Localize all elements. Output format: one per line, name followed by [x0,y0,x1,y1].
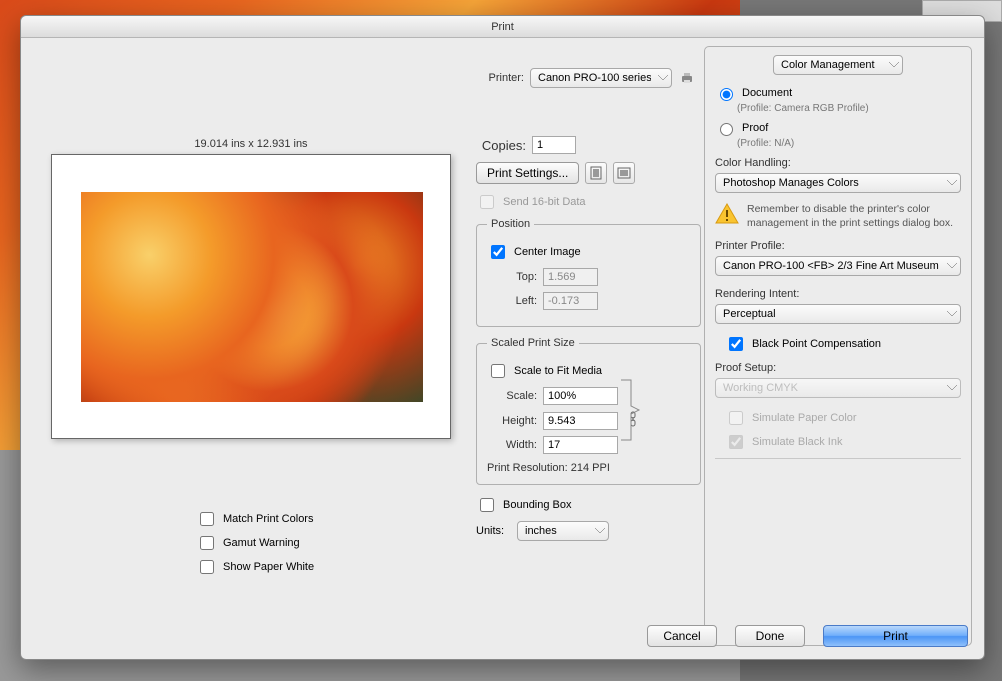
send-16bit-label: Send 16-bit Data [503,196,586,208]
document-profile-text: (Profile: Camera RGB Profile) [737,103,961,114]
warning-text: Remember to disable the printer's color … [747,203,961,230]
height-label: Height: [487,415,537,427]
done-button[interactable]: Done [735,625,805,647]
dialog-content: 19.014 ins x 12.931 ins Match Print Colo… [21,38,984,659]
simulate-paper-color-label: Simulate Paper Color [752,412,857,424]
preview-image [81,192,423,402]
copies-input[interactable] [532,136,576,154]
layout-landscape-icon[interactable] [613,162,635,184]
gamut-warning-label: Gamut Warning [223,537,300,549]
black-point-compensation-checkbox[interactable] [729,337,743,351]
color-handling-label: Color Handling: [715,157,961,169]
position-fieldset: Position Center Image Top: Left: [476,218,701,327]
scale-to-fit-label: Scale to Fit Media [514,365,602,377]
printer-refresh-icon[interactable] [678,69,696,87]
units-label: Units: [476,525,511,537]
simulate-black-ink-label: Simulate Black Ink [752,436,842,448]
printer-select[interactable]: Canon PRO-100 series [530,68,672,88]
cancel-button[interactable]: Cancel [647,625,717,647]
proof-radio-label: Proof [742,122,768,134]
scaled-legend: Scaled Print Size [487,337,579,349]
layout-portrait-icon[interactable] [585,162,607,184]
proof-profile-text: (Profile: N/A) [737,138,961,149]
print-settings-button[interactable]: Print Settings... [476,162,579,184]
document-radio[interactable] [720,88,733,101]
width-label: Width: [487,439,537,451]
print-resolution: Print Resolution: 214 PPI [487,462,690,474]
match-print-colors-label: Match Print Colors [223,513,313,525]
bounding-box-label: Bounding Box [503,499,572,511]
position-top-label: Top: [487,271,537,283]
preview-column: 19.014 ins x 12.931 ins Match Print Colo… [41,138,461,581]
link-icon[interactable] [624,411,642,430]
dialog-footer: Cancel Done Print [647,625,968,647]
printer-profile-select[interactable]: Canon PRO-100 <FB> 2/3 Fine Art Museum E… [715,256,961,276]
settings-column: Printer: Canon PRO-100 series Copies: Pr… [476,68,701,549]
gamut-warning-checkbox[interactable] [200,536,214,550]
warning-icon [715,203,739,225]
document-radio-label: Document [742,87,792,99]
center-image-checkbox[interactable] [491,245,505,259]
send-16bit-checkbox [480,195,494,209]
scale-label: Scale: [487,390,537,402]
proof-radio[interactable] [720,123,733,136]
black-point-compensation-label: Black Point Compensation [752,338,881,350]
height-input[interactable] [543,412,618,430]
position-left-label: Left: [487,295,537,307]
simulate-paper-color-checkbox [729,411,743,425]
center-image-label: Center Image [514,246,581,258]
position-left-input [543,292,598,310]
simulate-black-ink-checkbox [729,435,743,449]
scale-input[interactable] [543,387,618,405]
units-select[interactable]: inches [517,521,609,541]
color-handling-select[interactable]: Photoshop Manages Colors [715,173,961,193]
scale-to-fit-checkbox[interactable] [491,364,505,378]
printer-profile-label: Printer Profile: [715,240,961,252]
print-preview-canvas[interactable] [51,154,451,439]
show-paper-white-checkbox[interactable] [200,560,214,574]
position-legend: Position [487,218,534,230]
panel-mode-select[interactable]: Color Management [773,55,903,75]
print-button[interactable]: Print [823,625,968,647]
proof-setup-label: Proof Setup: [715,362,961,374]
match-print-colors-checkbox[interactable] [200,512,214,526]
print-dialog: Print 19.014 ins x 12.931 ins Match Prin… [20,15,985,660]
scaled-print-size-fieldset: Scaled Print Size Scale to Fit Media Sca… [476,337,701,485]
position-top-input [543,268,598,286]
rendering-intent-label: Rendering Intent: [715,288,961,300]
dialog-title: Print [21,16,984,38]
bounding-box-checkbox[interactable] [480,498,494,512]
color-management-panel: Color Management Document (Profile: Came… [704,46,972,646]
proof-setup-select: Working CMYK [715,378,961,398]
printer-label: Printer: [476,72,524,84]
width-input[interactable] [543,436,618,454]
preview-checkboxes: Match Print Colors Gamut Warning Show Pa… [196,509,461,577]
show-paper-white-label: Show Paper White [223,561,314,573]
rendering-intent-select[interactable]: Perceptual [715,304,961,324]
preview-dimensions: 19.014 ins x 12.931 ins [41,138,461,150]
copies-label: Copies: [476,138,526,153]
